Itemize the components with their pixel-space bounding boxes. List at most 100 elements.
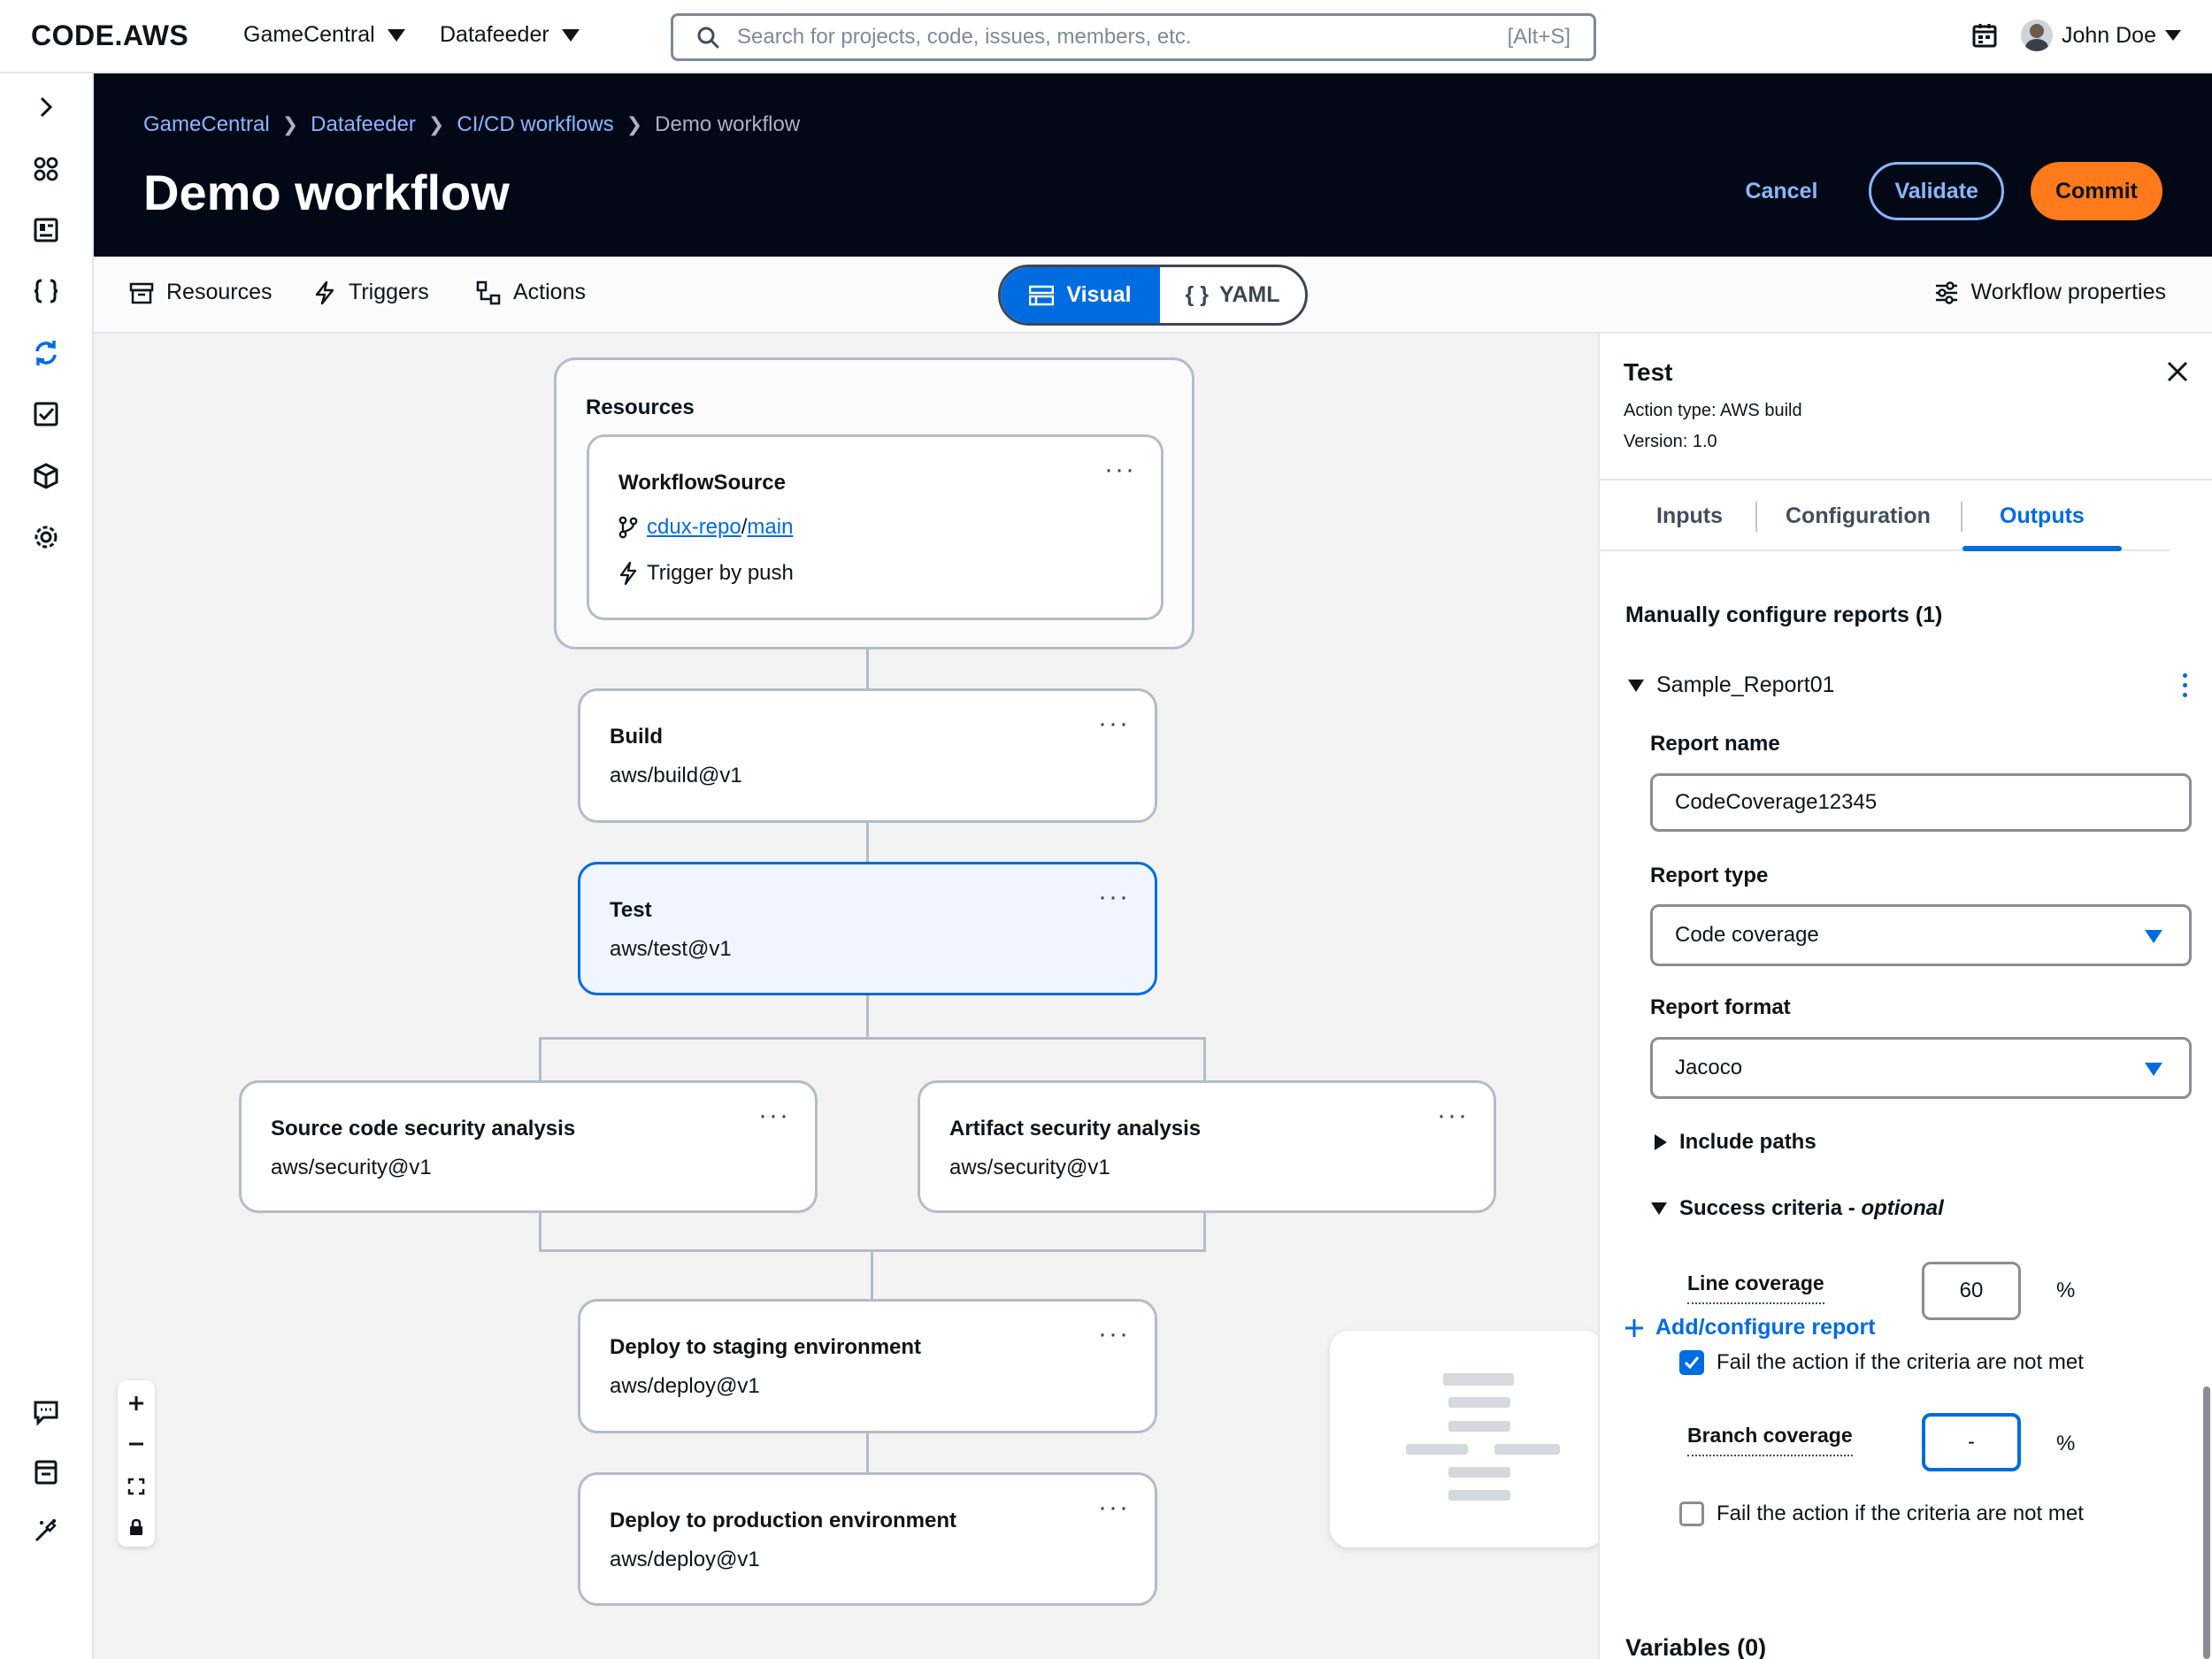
report-expander[interactable]: Sample_Report01 xyxy=(1628,672,1835,698)
success-criteria-expander[interactable]: Success criteria - optional xyxy=(1651,1196,1944,1221)
page-title: Demo workflow xyxy=(143,165,510,220)
action-type-text: Action type: AWS build xyxy=(1624,401,1802,420)
connector xyxy=(539,1037,1206,1040)
tab-configuration[interactable]: Configuration xyxy=(1786,503,1931,529)
actions-button[interactable]: Actions xyxy=(476,280,586,305)
repo-link[interactable]: cdux-repo xyxy=(647,515,741,539)
breadcrumb-datafeeder[interactable]: Datafeeder xyxy=(311,112,416,137)
fit-screen-icon[interactable] xyxy=(126,1476,147,1497)
yaml-mode-button[interactable]: { } YAML xyxy=(1160,267,1305,323)
node-deploy-production[interactable]: Deploy to production environment aws/dep… xyxy=(578,1472,1157,1606)
action-details-panel: Test Action type: AWS build Version: 1.0… xyxy=(1598,334,2212,1659)
caret-right-icon xyxy=(1655,1134,1667,1150)
variables-heading: Variables (0) xyxy=(1625,1634,1767,1659)
zoom-controls xyxy=(118,1380,155,1547)
gear-icon[interactable] xyxy=(29,520,63,554)
resources-group-title: Resources xyxy=(586,396,695,419)
visual-mode-button[interactable]: Visual xyxy=(1001,267,1160,323)
checkbox-checked[interactable] xyxy=(1679,1350,1704,1375)
header-actions: Cancel Validate Commit xyxy=(1720,162,2162,220)
node-title: Source code security analysis xyxy=(271,1117,576,1141)
workflow-source-node[interactable]: WorkflowSource ··· cdux-repo/main Trigge… xyxy=(587,434,1164,620)
node-deploy-staging[interactable]: Deploy to staging environment aws/deploy… xyxy=(578,1299,1157,1433)
commit-button[interactable]: Commit xyxy=(2030,162,2162,220)
resources-button[interactable]: Resources xyxy=(129,280,273,305)
include-paths-label: Include paths xyxy=(1679,1130,1816,1154)
report-name-input[interactable]: CodeCoverage12345 xyxy=(1650,773,2192,832)
tab-separator xyxy=(1755,502,1757,532)
visual-label: Visual xyxy=(1066,282,1132,307)
caret-down-icon xyxy=(2165,30,2181,41)
calendar-icon[interactable] xyxy=(1971,22,1998,49)
connector xyxy=(866,1433,869,1472)
more-options-icon[interactable]: ··· xyxy=(1098,710,1130,737)
line-coverage-input[interactable]: 60 xyxy=(1922,1262,2021,1320)
include-paths-expander[interactable]: Include paths xyxy=(1655,1130,1816,1155)
more-options-icon[interactable]: ··· xyxy=(1437,1102,1469,1129)
node-artifact-security[interactable]: Artifact security analysis aws/security@… xyxy=(918,1080,1496,1213)
tab-inputs[interactable]: Inputs xyxy=(1656,503,1723,529)
branch-coverage-input[interactable]: - xyxy=(1922,1413,2021,1471)
caret-down-icon xyxy=(1651,1202,1667,1215)
breadcrumb-gamecentral[interactable]: GameCentral xyxy=(143,112,270,137)
feedback-icon[interactable] xyxy=(29,1395,63,1429)
line-fail-checkbox-row[interactable]: Fail the action if the criteria are not … xyxy=(1679,1350,2084,1375)
project-dropdown[interactable]: GameCentral xyxy=(243,22,405,48)
connector xyxy=(1203,1037,1206,1080)
add-report-link[interactable]: Add/configure report xyxy=(1624,1315,1876,1340)
magic-wand-icon[interactable] xyxy=(29,1514,63,1548)
minimap[interactable] xyxy=(1330,1331,1598,1548)
more-options-icon[interactable]: ··· xyxy=(1098,884,1130,910)
more-vertical-icon[interactable] xyxy=(2183,673,2187,697)
minimap-block xyxy=(1406,1444,1468,1455)
percent-label: % xyxy=(2056,1279,2076,1302)
report-format-select[interactable]: Jacoco xyxy=(1650,1037,2192,1099)
report-type-select[interactable]: Code coverage xyxy=(1650,904,2192,966)
branch-link[interactable]: main xyxy=(747,515,793,539)
node-subtitle: aws/deploy@v1 xyxy=(610,1374,760,1398)
line-fail-label: Fail the action if the criteria are not … xyxy=(1717,1350,2084,1374)
node-test[interactable]: Test aws/test@v1 ··· xyxy=(578,862,1157,995)
panel-scrollbar[interactable] xyxy=(2203,1386,2210,1659)
more-options-icon[interactable]: ··· xyxy=(1098,1321,1130,1348)
user-menu[interactable]: John Doe xyxy=(2020,19,2181,51)
plus-icon[interactable] xyxy=(126,1393,147,1414)
board-icon[interactable] xyxy=(29,213,63,247)
user-area: John Doe xyxy=(1971,19,2181,51)
node-build[interactable]: Build aws/build@v1 ··· xyxy=(578,688,1157,823)
more-options-icon[interactable]: ··· xyxy=(758,1102,790,1129)
grid-icon[interactable] xyxy=(29,152,63,186)
workflow-canvas[interactable]: Resources WorkflowSource ··· cdux-repo/m… xyxy=(94,334,1598,1659)
code-braces-icon: { } xyxy=(1185,282,1209,307)
chevron-right-icon[interactable] xyxy=(29,90,63,124)
node-subtitle: aws/build@v1 xyxy=(610,764,742,787)
node-subtitle: aws/deploy@v1 xyxy=(610,1548,760,1571)
lock-icon[interactable] xyxy=(126,1517,147,1538)
more-options-icon[interactable]: ··· xyxy=(1104,457,1136,483)
node-source-security[interactable]: Source code security analysis aws/securi… xyxy=(239,1080,818,1213)
breadcrumb-workflows[interactable]: CI/CD workflows xyxy=(457,112,613,137)
workflow-properties-button[interactable]: Workflow properties xyxy=(1934,280,2166,305)
checkbox-unchecked[interactable] xyxy=(1679,1502,1704,1526)
triggers-button[interactable]: Triggers xyxy=(313,280,429,305)
plus-icon xyxy=(1624,1317,1645,1339)
repo-dropdown[interactable]: Datafeeder xyxy=(440,22,580,48)
more-options-icon[interactable]: ··· xyxy=(1098,1494,1130,1521)
archive-icon[interactable] xyxy=(29,1455,63,1489)
node-title: Deploy to staging environment xyxy=(610,1335,922,1359)
tab-outputs[interactable]: Outputs xyxy=(2000,503,2085,529)
branch-fail-checkbox-row[interactable]: Fail the action if the criteria are not … xyxy=(1679,1502,2084,1526)
caret-down-icon xyxy=(387,28,405,42)
code-braces-icon[interactable] xyxy=(29,274,63,308)
sync-icon[interactable] xyxy=(29,336,63,370)
view-mode-toggle: Visual { } YAML xyxy=(998,265,1308,326)
cancel-button[interactable]: Cancel xyxy=(1720,179,1842,204)
minus-icon[interactable] xyxy=(126,1433,147,1455)
search-input[interactable]: Search for projects, code, issues, membe… xyxy=(671,13,1596,61)
checklist-icon[interactable] xyxy=(29,397,63,431)
logo[interactable]: CODE.AWS xyxy=(31,19,188,52)
trigger-line: Trigger by push xyxy=(618,561,794,586)
validate-button[interactable]: Validate xyxy=(1869,162,2004,220)
close-icon[interactable] xyxy=(2166,360,2189,383)
package-icon[interactable] xyxy=(29,459,63,493)
